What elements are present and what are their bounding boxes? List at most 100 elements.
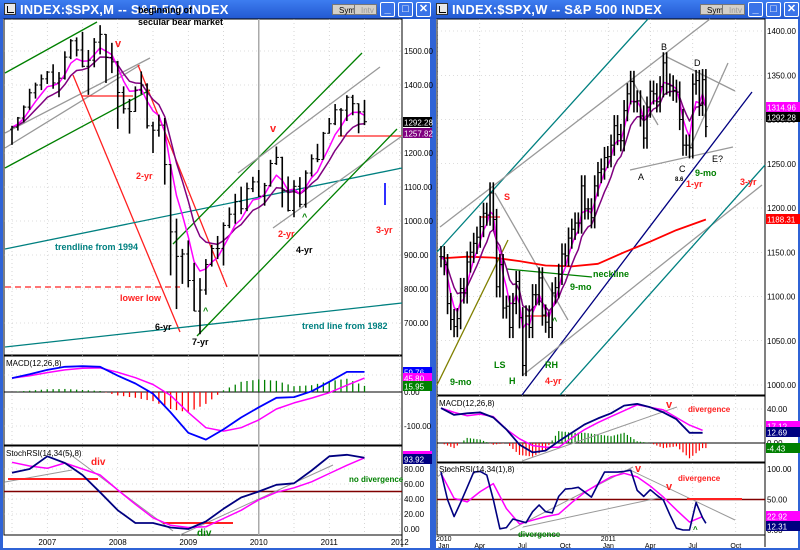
weekly-stoch-annotation: divergence: [518, 530, 561, 539]
weekly-annotation: E?: [712, 154, 723, 164]
weekly-price-tick-label: 1200.00: [767, 204, 796, 213]
monthly-annotation: 3-yr: [376, 225, 393, 235]
monthly-macd-label: MACD(12,26,8): [6, 359, 62, 368]
monthly-last-price-tag: 1292.28: [404, 119, 433, 128]
weekly-x-tick-label: Jan: [603, 543, 614, 550]
weekly-price-tick-label: 1350.00: [767, 71, 796, 80]
monthly-price-tick-label: 1400.00: [404, 81, 433, 90]
monthly-x-tick-label: 2007: [38, 538, 56, 547]
monthly-stoch-tick-label: 20.00: [404, 510, 425, 519]
monthly-stoch-tick-label: 40.00: [404, 495, 425, 504]
weekly-x-tick-label: Jan: [438, 543, 449, 550]
weekly-price-tick-label: 1050.00: [767, 337, 796, 346]
monthly-stoch-annotation: no divergence: [349, 475, 404, 484]
weekly-stoch-tag: 12.31: [767, 523, 788, 532]
monthly-stoch-label: StochRSI(14,34(5),8): [6, 449, 82, 458]
monthly-stoch-tick-label: 80.00: [404, 465, 425, 474]
weekly-x-tick-year: 2011: [601, 536, 616, 543]
monthly-x-tick-label: 2008: [109, 538, 127, 547]
weekly-stoch-tick-label: 50.00: [767, 496, 788, 505]
weekly-annotation: 8.6: [675, 177, 684, 183]
monthly-panel-frame: [3, 445, 403, 536]
weekly-annotation: 4-yr: [545, 376, 562, 386]
monthly-price-tick-label: 700.00: [404, 319, 429, 328]
weekly-price-tick-label: 1250.00: [767, 160, 796, 169]
weekly-price-tick-label: 1400.00: [767, 27, 796, 36]
monthly-price-tick-label: 1100.00: [404, 183, 433, 192]
weekly-price-tick-label: 1150.00: [767, 248, 796, 257]
weekly-long-ma-tag: 1188.31: [767, 216, 796, 225]
monthly-annotation: secular bear market: [138, 17, 223, 27]
weekly-macd-annotation: divergence: [688, 405, 731, 414]
weekly-annotation: D: [694, 58, 701, 68]
monthly-macd-tick-label: -100.00: [404, 422, 432, 431]
weekly-x-tick-label: Jul: [688, 543, 697, 550]
weekly-x-tick-label: Oct: [560, 543, 571, 550]
weekly-annotation: 9-mo: [695, 168, 717, 178]
monthly-price-tick-label: 800.00: [404, 285, 429, 294]
weekly-macd-label: MACD(12,26,8): [439, 399, 495, 408]
weekly-stoch-label: StochRSI(14,34(1),8): [439, 465, 515, 474]
weekly-x-tick-year: 2010: [436, 536, 452, 543]
monthly-annotation: trendline from 1994: [55, 242, 138, 252]
weekly-stoch-tick-label: 100.00: [767, 465, 792, 474]
monthly-annotation: 2-yr: [136, 171, 153, 181]
weekly-annotation: LS: [494, 360, 506, 370]
weekly-annotation: RH: [545, 360, 558, 370]
weekly-last-price-tag: 1292.28: [767, 114, 796, 123]
weekly-stoch-annotation: divergence: [678, 474, 721, 483]
monthly-price-tick-label: 1000.00: [404, 217, 433, 226]
monthly-ma-tag: 1257.82: [404, 130, 433, 139]
weekly-stoch-annotation: v: [635, 463, 642, 475]
monthly-annotation: 6-yr: [155, 322, 172, 332]
monthly-annotation: lower low: [120, 293, 162, 303]
weekly-price-tick-label: 1100.00: [767, 293, 796, 302]
weekly-x-tick-label: Oct: [730, 543, 741, 550]
weekly-x-tick-label: Apr: [645, 543, 657, 550]
monthly-price-tick-label: 1500.00: [404, 47, 433, 56]
monthly-stoch-annotation: div: [91, 457, 106, 468]
weekly-annotation: C: [679, 164, 686, 174]
monthly-annotation: ^: [302, 212, 308, 222]
monthly-price-tick-label: 1200.00: [404, 149, 433, 158]
monthly-annotation: ^: [203, 306, 209, 316]
monthly-annotation: v: [115, 38, 122, 50]
weekly-annotation: B: [661, 42, 667, 52]
weekly-macd-tag: 12.69: [767, 429, 788, 438]
monthly-stoch-annotation: div: [197, 528, 212, 539]
weekly-annotation: A: [638, 172, 644, 182]
charts-canvas: beginning of secular bear market v 2-yr lowe…: [3, 5, 800, 550]
monthly-stoch-tag: 93.92: [404, 456, 425, 465]
weekly-annotation: 3-yr: [740, 177, 757, 187]
monthly-stoch-tick-label: 60.00: [404, 480, 425, 489]
weekly-macd-tick-label: 40.00: [767, 405, 788, 414]
weekly-price-tick-label: 1000.00: [767, 381, 796, 390]
weekly-annotation: 1-yr: [686, 179, 703, 189]
weekly-histogram-tag: -4.43: [767, 445, 786, 454]
weekly-macd-annotation: v: [666, 399, 673, 411]
weekly-annotation: 9-mo: [450, 377, 472, 387]
monthly-x-tick-label: 2010: [250, 538, 268, 547]
monthly-x-tick-label: 2012: [391, 538, 409, 547]
weekly-fast-ma-tag: 1314.96: [767, 104, 796, 113]
monthly-panel-frame: [3, 18, 403, 356]
weekly-stoch-annotation: v: [666, 481, 673, 493]
monthly-x-tick-label: 2009: [179, 538, 197, 547]
weekly-stoch-signal-tag: 22.92: [767, 513, 788, 522]
weekly-annotation: neckline: [593, 269, 629, 279]
weekly-annotation: ^: [552, 316, 558, 326]
monthly-annotation: trend line from 1982: [302, 321, 388, 331]
weekly-x-tick-label: Apr: [474, 543, 486, 550]
weekly-annotation: S: [504, 192, 510, 202]
weekly-stoch-annotation: ^: [693, 525, 698, 534]
weekly-annotation: 9-mo: [570, 282, 592, 292]
monthly-x-tick-label: 2011: [321, 538, 339, 547]
monthly-stoch-signal-tag: [403, 451, 432, 454]
weekly-x-tick-label: Jul: [518, 543, 527, 550]
monthly-annotation: 4-yr: [296, 245, 313, 255]
weekly-annotation: H: [509, 376, 516, 386]
monthly-histogram-tag: 15.95: [404, 383, 425, 392]
monthly-annotation: 7-yr: [192, 337, 209, 347]
monthly-annotation: 2-yr: [278, 229, 295, 239]
monthly-stoch-tick-label: 0.00: [404, 525, 420, 534]
